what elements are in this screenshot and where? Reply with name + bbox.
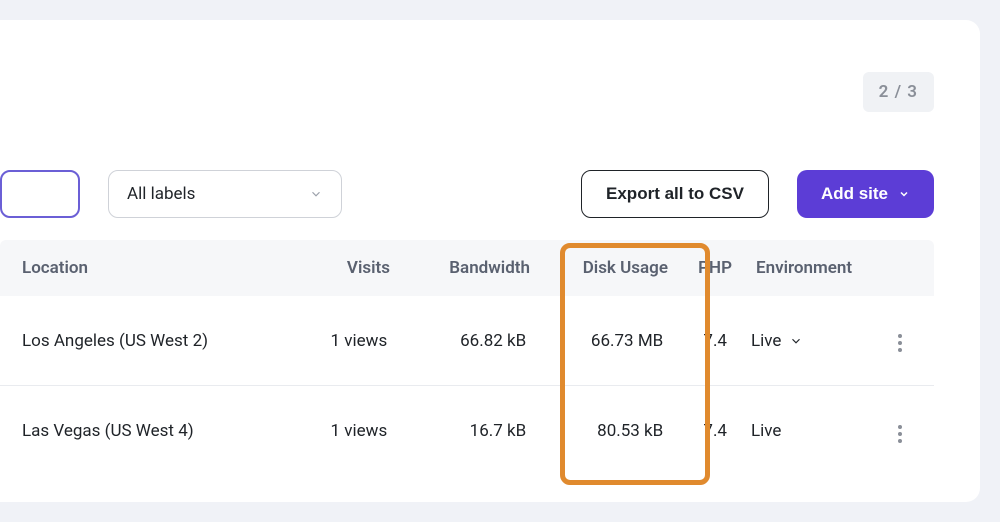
cell-php: 7.4 <box>683 421 735 441</box>
col-environment: Environment <box>740 258 890 278</box>
chevron-down-icon <box>309 187 323 201</box>
environment-label: Live <box>751 421 781 441</box>
export-csv-button[interactable]: Export all to CSV <box>581 170 769 218</box>
cell-actions <box>884 414 934 449</box>
chevron-down-icon <box>898 188 910 200</box>
cell-visits: 1 views <box>284 421 395 441</box>
page-indicator: 2 / 3 <box>863 72 934 112</box>
add-site-button[interactable]: Add site <box>797 170 934 218</box>
cell-environment: Live <box>735 421 884 441</box>
cell-bandwidth: 16.7 kB <box>395 421 534 441</box>
sites-table: Location Visits Bandwidth Disk Usage PHP… <box>0 240 934 502</box>
kebab-menu-icon[interactable] <box>892 328 908 358</box>
cell-location: Los Angeles (US West 2) <box>0 331 284 351</box>
controls-bar: All labels Export all to CSV Add site <box>0 170 934 218</box>
table-body: Los Angeles (US West 2)1 views66.82 kB66… <box>0 296 934 476</box>
labels-dropdown-label: All labels <box>127 184 195 204</box>
cell-location: Las Vegas (US West 4) <box>0 421 284 441</box>
table-header: Location Visits Bandwidth Disk Usage PHP… <box>0 240 934 296</box>
col-visits: Visits <box>286 258 398 278</box>
environment-label: Live <box>751 331 781 351</box>
add-site-label: Add site <box>821 184 888 204</box>
col-php: PHP <box>688 258 740 278</box>
table-row: Los Angeles (US West 2)1 views66.82 kB66… <box>0 296 934 386</box>
cell-disk: 80.53 kB <box>534 421 683 441</box>
cell-bandwidth: 66.82 kB <box>395 331 534 351</box>
cell-visits: 1 views <box>284 331 395 351</box>
cell-disk: 66.73 MB <box>534 331 683 351</box>
kebab-menu-icon[interactable] <box>892 419 908 449</box>
cell-environment[interactable]: Live <box>735 331 884 351</box>
export-csv-label: Export all to CSV <box>606 184 744 204</box>
main-panel: 2 / 3 All labels Export all to CSV Add s… <box>0 20 980 502</box>
table-row: Las Vegas (US West 4)1 views16.7 kB80.53… <box>0 386 934 476</box>
col-bandwidth: Bandwidth <box>398 258 538 278</box>
col-location: Location <box>0 258 286 278</box>
cell-actions <box>884 323 934 358</box>
search-input[interactable] <box>0 170 80 218</box>
col-disk: Disk Usage <box>538 258 688 278</box>
labels-dropdown[interactable]: All labels <box>108 170 342 218</box>
chevron-down-icon <box>789 334 803 348</box>
cell-php: 7.4 <box>683 331 735 351</box>
